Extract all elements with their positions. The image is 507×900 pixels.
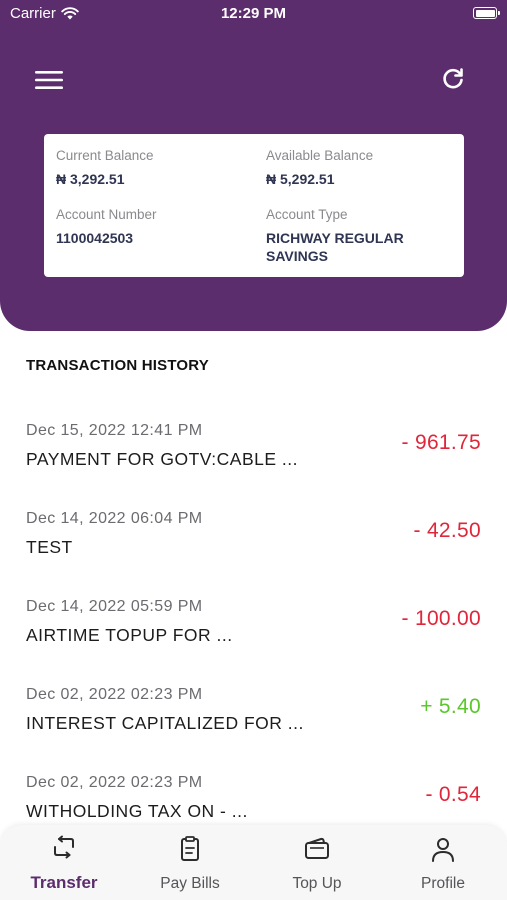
transaction-date: Dec 02, 2022 02:23 PM — [26, 774, 203, 791]
transaction-date: Dec 14, 2022 05:59 PM — [26, 598, 203, 615]
transaction-history-title: TRANSACTION HISTORY — [26, 357, 209, 374]
status-time: 12:29 PM — [220, 5, 287, 22]
tab-profile-label: Profile — [421, 875, 465, 892]
current-balance: Current Balance ₦ 3,292.51 — [56, 148, 246, 188]
status-bar: Carrier 12:29 PM — [0, 0, 507, 28]
transaction-amount: - 961.75 — [401, 431, 481, 454]
refresh-button[interactable] — [440, 66, 466, 92]
hamburger-menu-icon — [35, 71, 63, 89]
account-type: Account Type RICHWAY REGULAR SAVINGS — [266, 207, 456, 265]
account-type-label: Account Type — [266, 207, 348, 222]
tab-pay-bills[interactable]: Pay Bills — [127, 825, 253, 900]
current-balance-value: ₦ 3,292.51 — [56, 171, 125, 187]
transaction-description: PAYMENT FOR GOTV:CABLE ... — [26, 449, 298, 469]
available-balance-label: Available Balance — [266, 148, 374, 163]
transaction-description: INTEREST CAPITALIZED FOR ... — [26, 713, 304, 733]
transaction-description: WITHOLDING TAX ON - ... — [26, 801, 248, 821]
transaction-amount: + 5.40 — [420, 695, 481, 718]
account-type-value: RICHWAY REGULAR SAVINGS — [266, 230, 404, 264]
transaction-list: Dec 15, 2022 12:41 PM PAYMENT FOR GOTV:C… — [0, 400, 507, 840]
transaction-row[interactable]: Dec 14, 2022 05:59 PM AIRTIME TOPUP FOR … — [0, 576, 507, 664]
transaction-row[interactable]: Dec 14, 2022 06:04 PM TEST - 42.50 — [0, 488, 507, 576]
transaction-amount: - 0.54 — [425, 783, 481, 806]
wallet-icon — [305, 837, 329, 859]
transaction-date: Dec 15, 2022 12:41 PM — [26, 422, 203, 439]
tab-transfer[interactable]: Transfer — [1, 825, 127, 900]
battery-icon — [473, 7, 500, 19]
transaction-date: Dec 14, 2022 06:04 PM — [26, 510, 203, 527]
menu-button[interactable] — [34, 68, 64, 92]
transaction-row[interactable]: Dec 15, 2022 12:41 PM PAYMENT FOR GOTV:C… — [0, 400, 507, 488]
bottom-tab-bar: Transfer Pay Bills Top Up Profile — [0, 825, 507, 900]
tab-top-up[interactable]: Top Up — [254, 825, 380, 900]
account-number-label: Account Number — [56, 207, 157, 222]
transaction-amount: - 100.00 — [401, 607, 481, 630]
tab-top-up-label: Top Up — [292, 875, 342, 892]
transaction-date: Dec 02, 2022 02:23 PM — [26, 686, 203, 703]
transaction-row[interactable]: Dec 02, 2022 02:23 PM INTEREST CAPITALIZ… — [0, 664, 507, 752]
transaction-description: TEST — [26, 537, 73, 557]
available-balance-value: ₦ 5,292.51 — [266, 171, 335, 187]
refresh-icon — [443, 68, 463, 89]
header: Carrier 12:29 PM Current Balance ₦ 3,292… — [0, 0, 507, 331]
clipboard-icon — [181, 836, 199, 861]
account-number-value: 1100042503 — [56, 230, 134, 246]
tab-profile[interactable]: Profile — [380, 825, 506, 900]
user-icon — [432, 838, 454, 862]
account-number: Account Number 1100042503 — [56, 207, 246, 247]
current-balance-label: Current Balance — [56, 148, 154, 163]
transfer-icon — [54, 835, 74, 859]
tab-pay-bills-label: Pay Bills — [160, 875, 220, 892]
transaction-description: AIRTIME TOPUP FOR ... — [26, 625, 233, 645]
tab-transfer-label: Transfer — [30, 873, 98, 892]
account-summary-card: Current Balance ₦ 3,292.51 Available Bal… — [44, 134, 464, 277]
transaction-amount: - 42.50 — [413, 519, 481, 542]
available-balance: Available Balance ₦ 5,292.51 — [266, 148, 456, 188]
